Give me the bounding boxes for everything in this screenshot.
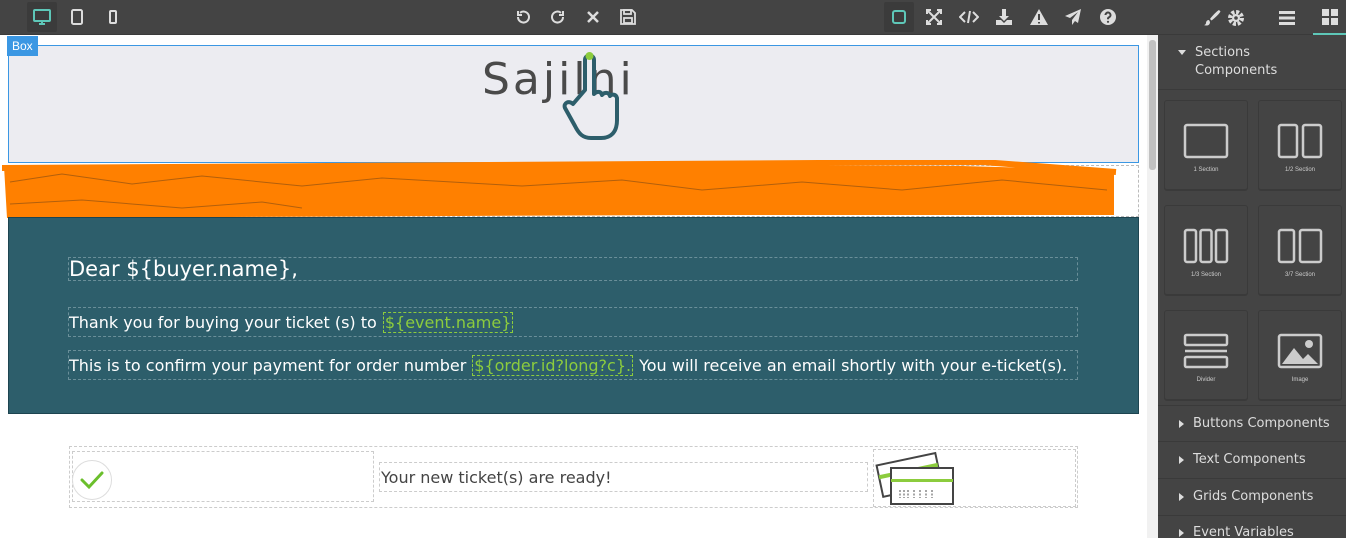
third-section-icon — [1183, 228, 1229, 264]
logo-dot — [585, 52, 594, 60]
grids-category-title: Grids Components — [1193, 489, 1314, 504]
block-label: 3/7 Section — [1284, 272, 1316, 278]
send-icon[interactable] — [1058, 2, 1088, 32]
clear-icon[interactable] — [578, 2, 608, 32]
confirm-line[interactable]: This is to confirm your payment for orde… — [68, 350, 1078, 380]
confirm-suffix-text: You will receive an email shortly with y… — [639, 355, 1068, 375]
tablet-icon[interactable] — [62, 2, 92, 32]
divider-icon — [1183, 333, 1229, 369]
tickets-icon — [875, 451, 954, 505]
block-divider[interactable]: Divider — [1164, 310, 1248, 400]
block-label: 1/3 Section — [1190, 272, 1222, 278]
event-variables-category[interactable]: Event Variables — [1158, 516, 1346, 538]
checkmark-icon — [72, 460, 112, 500]
block-one-section[interactable]: 1 Section — [1164, 100, 1248, 190]
three-seven-section-icon — [1277, 228, 1323, 264]
half-section-icon — [1277, 123, 1323, 159]
layers-icon[interactable] — [1265, 0, 1309, 35]
mobile-icon[interactable] — [98, 2, 128, 32]
greeting-heading[interactable]: Dear ${buyer.name}, — [68, 257, 1078, 281]
block-label: Image — [1291, 377, 1309, 383]
undo-icon[interactable] — [508, 2, 538, 32]
fullscreen-icon[interactable] — [919, 2, 949, 32]
text-category[interactable]: Text Components — [1158, 442, 1346, 479]
confirm-text: This is to confirm your payment for orde… — [69, 355, 467, 375]
editor-toolbar — [0, 0, 1346, 35]
block-image[interactable]: Image — [1258, 310, 1342, 400]
redaction-scribble — [2, 160, 1117, 218]
redo-icon[interactable] — [543, 2, 573, 32]
blocks-icon[interactable] — [1313, 0, 1346, 35]
block-third-section[interactable]: 1/3 Section — [1164, 205, 1248, 295]
one-section-icon — [1183, 123, 1229, 159]
gear-icon[interactable] — [1214, 0, 1258, 35]
event-variables-category-title: Event Variables — [1193, 525, 1294, 538]
block-label: 1/2 Section — [1284, 167, 1316, 173]
text-category-title: Text Components — [1193, 452, 1306, 467]
block-label: Divider — [1196, 377, 1216, 383]
save-icon[interactable] — [613, 2, 643, 32]
caret-right-icon — [1179, 455, 1184, 464]
outline-toggle-icon[interactable] — [884, 2, 914, 32]
code-icon[interactable] — [954, 2, 984, 32]
buttons-category[interactable]: Buttons Components — [1158, 405, 1346, 442]
grids-category[interactable]: Grids Components — [1158, 479, 1346, 516]
canvas-scroll-thumb[interactable] — [1149, 40, 1156, 170]
desktop-icon[interactable] — [27, 2, 57, 32]
caret-right-icon — [1179, 492, 1184, 501]
sections-category-title: Sections Components — [1195, 45, 1278, 78]
thanks-text: Thank you for buying your ticket (s) to — [69, 312, 377, 332]
block-label: 1 Section — [1193, 167, 1219, 173]
buttons-category-title: Buttons Components — [1193, 416, 1330, 431]
event-name-variable[interactable]: ${event.name} — [382, 311, 514, 333]
export-icon[interactable] — [989, 2, 1019, 32]
sajilni-logo: Sajilni — [482, 52, 632, 140]
caret-right-icon — [1179, 419, 1184, 428]
warning-icon[interactable] — [1024, 2, 1054, 32]
sections-category[interactable]: Sections Components — [1158, 35, 1346, 90]
image-icon — [1277, 333, 1323, 369]
check-cell[interactable] — [72, 451, 374, 502]
caret-down-icon — [1178, 50, 1186, 55]
help-icon[interactable] — [1093, 2, 1123, 32]
ticket-ready-text[interactable]: Your new ticket(s) are ready! — [379, 462, 868, 492]
block-half-section[interactable]: 1/2 Section — [1258, 100, 1342, 190]
thanks-line[interactable]: Thank you for buying your ticket (s) to … — [68, 307, 1078, 337]
order-id-variable[interactable]: ${order.id?long?c}. — [472, 354, 634, 376]
selected-component-badge: Box — [7, 36, 38, 56]
block-three-seven-section[interactable]: 3/7 Section — [1258, 205, 1342, 295]
caret-right-icon — [1179, 528, 1184, 537]
